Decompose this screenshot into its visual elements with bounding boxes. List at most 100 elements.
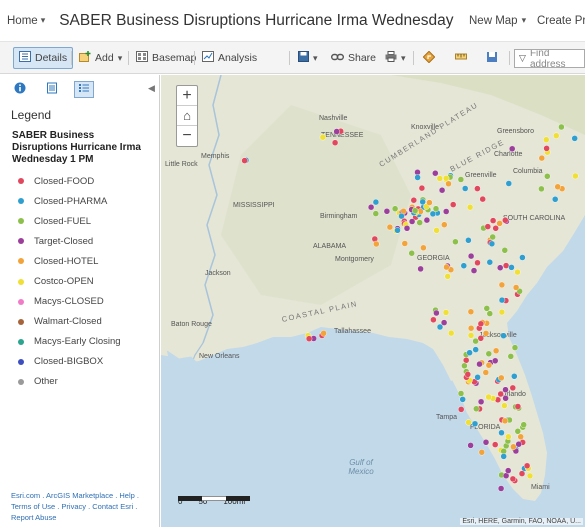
business-point[interactable] [482,439,490,446]
business-point[interactable] [553,132,560,139]
business-point[interactable] [452,238,459,246]
business-point[interactable] [505,467,512,474]
business-point[interactable] [507,353,514,360]
business-point[interactable] [479,195,486,203]
business-point[interactable] [467,308,475,316]
business-point[interactable] [478,449,485,456]
business-point[interactable] [505,433,512,440]
create-presentation-link[interactable]: Create Pre [537,15,585,27]
bookmarks-button[interactable] [481,47,503,69]
business-point[interactable] [510,443,517,450]
share-button[interactable]: Share [326,47,381,69]
business-point[interactable] [417,265,424,273]
business-point[interactable] [497,485,505,492]
business-point[interactable] [554,183,561,191]
business-point[interactable] [441,221,448,228]
business-point[interactable] [331,139,339,146]
analysis-button[interactable]: Analysis [197,47,262,69]
add-button[interactable]: Add ▾ [74,47,127,69]
business-point[interactable] [508,264,515,271]
business-point[interactable] [514,403,522,410]
business-point[interactable] [467,324,475,332]
business-point[interactable] [482,330,490,337]
business-point[interactable] [430,316,437,324]
business-point[interactable] [372,198,380,206]
business-point[interactable] [457,176,465,183]
business-point[interactable] [442,309,450,316]
business-point[interactable] [367,203,375,211]
home-menu[interactable]: Home ▾ [7,15,45,27]
business-point[interactable] [403,225,411,232]
zoom-out-button[interactable]: − [177,126,197,146]
business-point[interactable] [509,384,516,392]
business-point[interactable] [498,374,505,382]
business-point[interactable] [501,247,508,254]
save-button[interactable]: ▾ [293,47,323,69]
business-point[interactable] [383,208,391,215]
business-point[interactable] [457,390,465,397]
basemap-button[interactable]: Basemap [131,47,201,69]
business-point[interactable] [373,240,380,248]
measure-button[interactable] [450,47,472,69]
business-point[interactable] [492,357,499,364]
business-point[interactable] [426,199,433,206]
business-point[interactable] [526,472,534,480]
business-point[interactable] [538,154,545,162]
business-point[interactable] [418,184,426,192]
business-point[interactable] [482,369,489,376]
business-point[interactable] [497,390,504,398]
business-point[interactable] [471,420,479,427]
business-point[interactable] [485,393,492,401]
print-button[interactable]: ▾ [380,47,411,69]
business-point[interactable] [443,175,450,182]
find-address-input[interactable]: ▽ Find address [514,49,585,68]
business-point[interactable] [466,349,473,356]
business-point[interactable] [450,201,457,208]
business-point[interactable] [436,175,443,182]
business-point[interactable] [498,281,506,289]
business-point[interactable] [543,136,550,143]
business-point[interactable] [460,262,467,269]
business-point[interactable] [474,259,481,267]
business-point[interactable] [472,346,479,353]
business-point[interactable] [372,210,380,217]
business-point[interactable] [501,402,508,409]
business-point[interactable] [514,268,521,276]
business-point[interactable] [410,196,418,204]
business-point[interactable] [386,223,394,231]
business-point[interactable] [520,421,527,428]
business-point[interactable] [474,374,481,381]
business-point[interactable] [498,429,505,436]
tab-content[interactable] [42,81,62,98]
business-point[interactable] [511,373,518,380]
business-point[interactable] [501,417,509,425]
business-point[interactable] [489,233,496,241]
business-point[interactable] [448,329,455,337]
business-point[interactable] [492,225,499,232]
business-point[interactable] [416,219,423,226]
business-point[interactable] [492,441,499,448]
business-point[interactable] [444,273,451,280]
business-point[interactable] [333,128,340,135]
business-point[interactable] [305,335,313,342]
business-point[interactable] [515,441,522,448]
business-point[interactable] [512,284,520,291]
tab-legend[interactable] [74,81,94,98]
business-point[interactable] [483,305,490,312]
business-point[interactable] [459,396,466,403]
business-point[interactable] [502,217,509,224]
new-map-menu[interactable]: New Map ▾ [469,15,526,27]
business-point[interactable] [489,217,497,224]
business-point[interactable] [517,433,524,440]
business-point[interactable] [498,296,506,304]
business-point[interactable] [408,218,416,225]
footer-links-row-2[interactable]: Terms of Use . Privacy . Contact Esri . [11,501,156,512]
business-point[interactable] [505,180,512,187]
business-point[interactable] [436,323,444,331]
business-point[interactable] [502,386,509,393]
business-point[interactable] [476,360,483,368]
business-point[interactable] [467,332,475,339]
business-point[interactable] [466,203,474,211]
business-point[interactable] [514,428,521,435]
business-point[interactable] [411,207,419,214]
